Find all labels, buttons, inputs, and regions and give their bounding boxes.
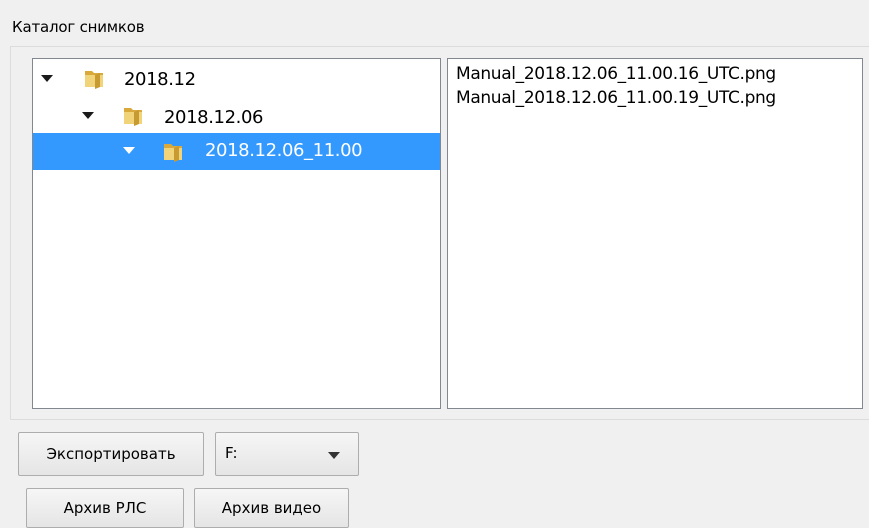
- file-list-item[interactable]: Manual_2018.12.06_11.00.19_UTC.png: [456, 88, 776, 108]
- tree-item-2018-12[interactable]: 2018.12: [33, 61, 440, 98]
- folder-icon: [164, 144, 182, 162]
- tree-item-label: 2018.12.06_11.00: [205, 140, 363, 161]
- expand-arrow-icon[interactable]: [82, 112, 94, 119]
- expand-arrow-icon[interactable]: [123, 147, 135, 154]
- tree-item-2018-12-06[interactable]: 2018.12.06: [33, 98, 440, 135]
- file-list-item[interactable]: Manual_2018.12.06_11.00.16_UTC.png: [456, 64, 776, 84]
- chevron-down-icon: [328, 452, 340, 459]
- expand-arrow-icon[interactable]: [41, 75, 53, 82]
- file-list-panel[interactable]: Manual_2018.12.06_11.00.16_UTC.png Manua…: [447, 58, 863, 409]
- folder-tree-panel[interactable]: 2018.12 2018.12.06 2018.12.06_11.00: [32, 58, 441, 409]
- tree-item-2018-12-06-11-00[interactable]: 2018.12.06_11.00: [33, 133, 440, 170]
- drive-select[interactable]: F:: [215, 432, 359, 476]
- snapshot-catalog-title: Каталог снимков: [12, 18, 145, 36]
- folder-icon: [124, 108, 142, 126]
- tree-item-label: 2018.12.06: [164, 107, 264, 128]
- tree-item-label: 2018.12: [124, 69, 196, 90]
- drive-select-value: F:: [225, 444, 238, 462]
- folder-icon: [85, 71, 103, 89]
- radar-archive-button[interactable]: Архив РЛС: [26, 488, 184, 528]
- video-archive-button[interactable]: Архив видео: [194, 488, 349, 528]
- export-button[interactable]: Экспортировать: [18, 432, 204, 476]
